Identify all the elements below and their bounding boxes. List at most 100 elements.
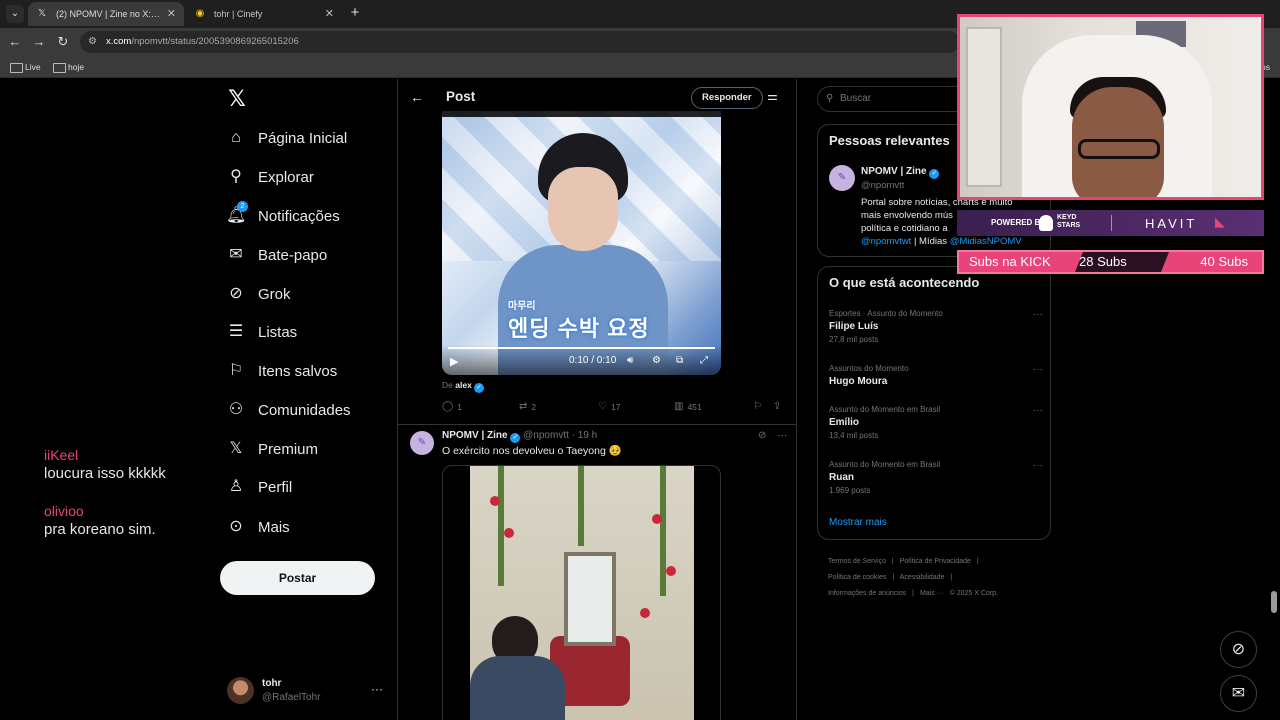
search-placeholder: Buscar — [840, 93, 872, 104]
footer-link[interactable]: Política de cookies — [828, 574, 886, 581]
reply-tweet[interactable]: ✎ NPOMV | Zine ✓ @npomvtt · 19 h ⊘ ··· O… — [398, 425, 796, 720]
relevant-handle[interactable]: @npomvtt — [861, 180, 904, 191]
stream-chat-overlay: iiKeel loucura isso kkkkk olivioo pra ko… — [44, 446, 214, 558]
tweet-text: O exército nos devolveu o Taeyong 🥹 — [442, 445, 622, 457]
powered-by-label: POWERED BY — [991, 218, 1046, 227]
like-action[interactable]: ♡ 17 — [598, 401, 620, 412]
more-dots-icon[interactable]: ··· — [371, 682, 383, 696]
trend-item[interactable]: Esportes · Assunto do Momento Filipe Luí… — [829, 309, 1043, 344]
tweet-header: NPOMV | Zine ✓ @npomvtt · 19 h — [442, 430, 597, 443]
nav-premium[interactable]: 𝕏 Premium — [226, 434, 318, 464]
nav-bookmarks[interactable]: ⚐ Itens salvos — [226, 356, 337, 386]
back-arrow-icon[interactable]: ← — [6, 33, 24, 51]
trend-category: Esportes · Assunto do Momento — [829, 309, 943, 318]
avatar[interactable]: ✎ — [410, 431, 434, 455]
avatar[interactable]: ✎ — [829, 165, 855, 191]
more-dots-icon[interactable]: ··· — [1033, 405, 1043, 416]
tab-active[interactable]: 𝕏 (2) NPOMV | Zine no X: "Um po ✕ — [28, 2, 184, 26]
sponsor-banner: POWERED BY KEYD STARS HAVIT ◣ — [957, 210, 1264, 236]
new-tab-button[interactable]: + — [346, 4, 364, 22]
video-caption-small: 마무리 — [508, 301, 536, 312]
communities-icon: ⚇ — [228, 401, 244, 418]
video-frame — [470, 466, 694, 720]
close-icon[interactable]: ✕ — [325, 2, 334, 26]
relevant-name[interactable]: NPOMV | Zine ✓ — [861, 166, 940, 179]
video-player[interactable]: 마무리 엔딩 수박 요정 ▶ 0:10 / 0:10 🔊︎ ⚙ ⧉ ⤢ — [442, 111, 721, 375]
play-icon[interactable]: ▶ — [450, 355, 458, 368]
card-title: O que está acontecendo — [829, 275, 980, 290]
share-action[interactable]: ⇪ — [773, 401, 785, 412]
nav-notifications[interactable]: 🔔︎ 2 Notificações — [226, 201, 340, 231]
webcam-overlay — [957, 14, 1264, 200]
reply-action[interactable]: ◯ 1 — [442, 401, 462, 412]
more-dots-icon[interactable]: ··· — [777, 430, 787, 441]
url-field[interactable]: ⚙ x.com/npomvtt/status/20053908692650152… — [80, 31, 960, 53]
trend-item[interactable]: Assuntos do Momento Hugo Moura ··· — [829, 364, 1043, 387]
from-prefix: De — [442, 380, 453, 390]
tweet-time[interactable]: · 19 h — [572, 430, 598, 441]
site-info-icon[interactable]: ⚙ — [88, 31, 97, 53]
scrollbar-thumb[interactable] — [1271, 591, 1277, 613]
bookmark-action[interactable]: ⚐ — [753, 401, 766, 412]
mail-icon[interactable]: ✉ — [1220, 675, 1257, 712]
more-dots-icon[interactable]: ··· — [1033, 309, 1043, 320]
footer-links: Termos de Serviço | Política de Privacid… — [828, 554, 1048, 602]
fullscreen-icon[interactable]: ⤢ — [700, 355, 708, 366]
tab-title: tohr | Cinefy — [214, 9, 263, 19]
forward-arrow-icon[interactable]: → — [30, 33, 48, 51]
bookmark-folder-hoje[interactable]: hoje — [53, 59, 84, 75]
trend-item[interactable]: Assunto do Momento em Brasil Ruan 1.969 … — [829, 460, 1043, 495]
footer-link[interactable]: Termos de Serviço — [828, 558, 886, 565]
nav-communities[interactable]: ⚇ Comunidades — [226, 395, 351, 425]
account-switcher[interactable]: tohr @RafaelTohr ··· — [227, 676, 387, 706]
nav-profile[interactable]: ♙ Perfil — [226, 472, 292, 502]
reload-icon[interactable]: ↻ — [54, 33, 72, 51]
account-handle: @RafaelTohr — [262, 692, 321, 703]
nav-more[interactable]: ⊙ Mais — [226, 512, 289, 542]
more-dots-icon[interactable]: ··· — [1033, 364, 1043, 375]
video-player[interactable] — [442, 465, 721, 720]
author-handle[interactable]: @npomvtt — [523, 430, 569, 441]
show-more-link[interactable]: Mostrar mais — [829, 517, 887, 528]
footer-link[interactable]: Mais ··· — [920, 590, 944, 597]
nav-label: Listas — [258, 323, 298, 341]
repost-action[interactable]: ⇄ 2 — [519, 401, 536, 412]
bio-link[interactable]: @MidiasNPOMV — [950, 236, 1022, 247]
footer-link[interactable]: Política de Privacidade — [900, 558, 971, 565]
video-source: De alex ✓ — [442, 380, 485, 393]
sliders-icon[interactable]: ⚌ — [767, 89, 778, 103]
trend-item[interactable]: Assunto do Momento em Brasil Emílio 13,4… — [829, 405, 1043, 440]
video-progress-bar[interactable] — [448, 347, 715, 349]
settings-icon[interactable]: ⚙ — [652, 355, 661, 366]
nav-explore[interactable]: ⚲ Explorar — [226, 162, 314, 192]
tab-inactive[interactable]: ◉ tohr | Cinefy ✕ — [186, 2, 342, 26]
pip-icon[interactable]: ⧉ — [676, 355, 683, 366]
nav-grok[interactable]: ⊘ Grok — [226, 279, 290, 309]
close-icon[interactable]: ✕ — [167, 2, 176, 26]
more-dots-icon[interactable]: ··· — [1033, 460, 1043, 471]
volume-icon[interactable]: 🔊︎ — [627, 355, 633, 366]
trend-category: Assunto do Momento em Brasil — [829, 405, 941, 414]
chat-text: pra koreano sim. — [44, 521, 156, 538]
nav-home[interactable]: ⌂ Página Inicial — [226, 123, 347, 153]
reply-button[interactable]: Responder — [691, 87, 763, 109]
grok-icon[interactable]: ⊘ — [1220, 631, 1257, 668]
bookmark-folder-live[interactable]: Live — [10, 59, 41, 75]
nav-lists[interactable]: ☰ Listas — [226, 317, 297, 347]
x-logo-icon[interactable]: 𝕏 — [226, 88, 248, 110]
verified-icon: ✓ — [929, 169, 940, 179]
grok-icon[interactable]: ⊘ — [758, 430, 766, 441]
views-action[interactable]: ▥ 451 — [674, 401, 702, 412]
back-arrow-icon[interactable]: ← — [410, 89, 424, 105]
footer-link[interactable]: Acessibilidade — [900, 574, 945, 581]
author-name[interactable]: NPOMV | Zine — [442, 430, 508, 441]
source-user-link[interactable]: alex — [455, 380, 472, 390]
post-button[interactable]: Postar — [220, 561, 375, 595]
keyd-logo-line: STARS — [1057, 222, 1081, 229]
footer-link[interactable]: Informações de anúncios — [828, 590, 906, 597]
page-title: Post — [446, 89, 476, 104]
nav-chat[interactable]: ✉ Bate-papo — [226, 240, 327, 270]
bio-separator: | Mídias — [911, 236, 950, 247]
tab-search-button[interactable]: ⌄ — [6, 5, 24, 23]
bio-link[interactable]: @npomvtwt — [861, 236, 911, 247]
